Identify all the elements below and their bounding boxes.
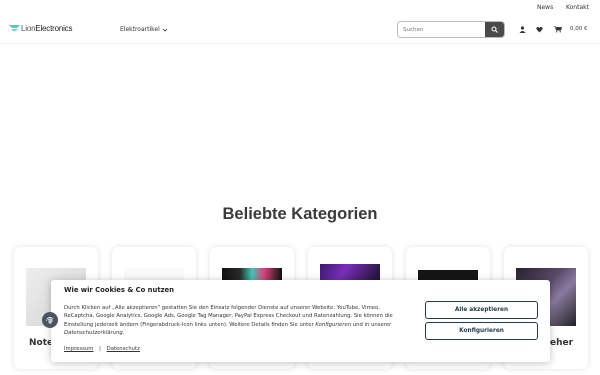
logo-mark-icon [9, 25, 20, 31]
nav-item-elektroartikel[interactable]: Elektroartikel [120, 26, 168, 33]
search-input[interactable] [398, 22, 486, 37]
header: LionElectronics Elektroartikel 0,00 € [0, 13, 600, 44]
cookie-settings-button[interactable] [42, 312, 58, 328]
contact-link[interactable]: Kontakt [566, 4, 589, 11]
user-icon [519, 26, 526, 33]
logo-text-bold: Electronics [35, 23, 73, 33]
search-box [397, 21, 505, 38]
accept-all-button[interactable]: Alle akzeptieren [425, 301, 538, 319]
datenschutz-link[interactable]: Datenschutz [107, 346, 140, 352]
configure-button[interactable]: Konfigurieren [425, 322, 538, 340]
logo[interactable]: Lion Electronics [9, 23, 72, 33]
fingerprint-icon [46, 316, 54, 324]
impressum-link[interactable]: Impressum [64, 346, 93, 352]
logo-text-light: Lion [21, 23, 36, 33]
cart-icon [553, 26, 562, 33]
top-bar: News Kontakt [0, 0, 600, 13]
news-link[interactable]: News [537, 4, 553, 11]
cookie-banner: Wie wir Cookies & Co nutzen Durch Klicke… [51, 280, 550, 362]
cookie-privacy-link[interactable]: Datenschutzerklärung [64, 330, 123, 336]
cookie-text-body: . [122, 329, 125, 336]
category-label: eher [550, 338, 574, 348]
account-button[interactable] [518, 25, 527, 34]
nav-item-label: Elektroartikel [120, 26, 160, 33]
link-separator: | [99, 346, 101, 352]
cookie-text-body: und in unserer [351, 321, 392, 328]
wishlist-button[interactable] [535, 25, 544, 34]
cookie-footer-links: Impressum | Datenschutz [64, 346, 140, 352]
cookie-configure-link[interactable]: Konfigurieren [315, 322, 351, 328]
search-button[interactable] [485, 22, 504, 37]
cookie-title: Wie wir Cookies & Co nutzen [64, 286, 174, 294]
category-label: Note [29, 338, 54, 348]
heart-icon [536, 26, 543, 33]
cookie-text: Durch Klicken auf „Alle akzeptieren" ges… [64, 304, 404, 337]
search-icon [491, 26, 498, 33]
chevron-down-icon [162, 28, 168, 32]
cart-button[interactable] [553, 25, 562, 34]
cart-total[interactable]: 0,00 € [570, 26, 588, 32]
section-title: Beliebte Kategorien [222, 205, 378, 223]
